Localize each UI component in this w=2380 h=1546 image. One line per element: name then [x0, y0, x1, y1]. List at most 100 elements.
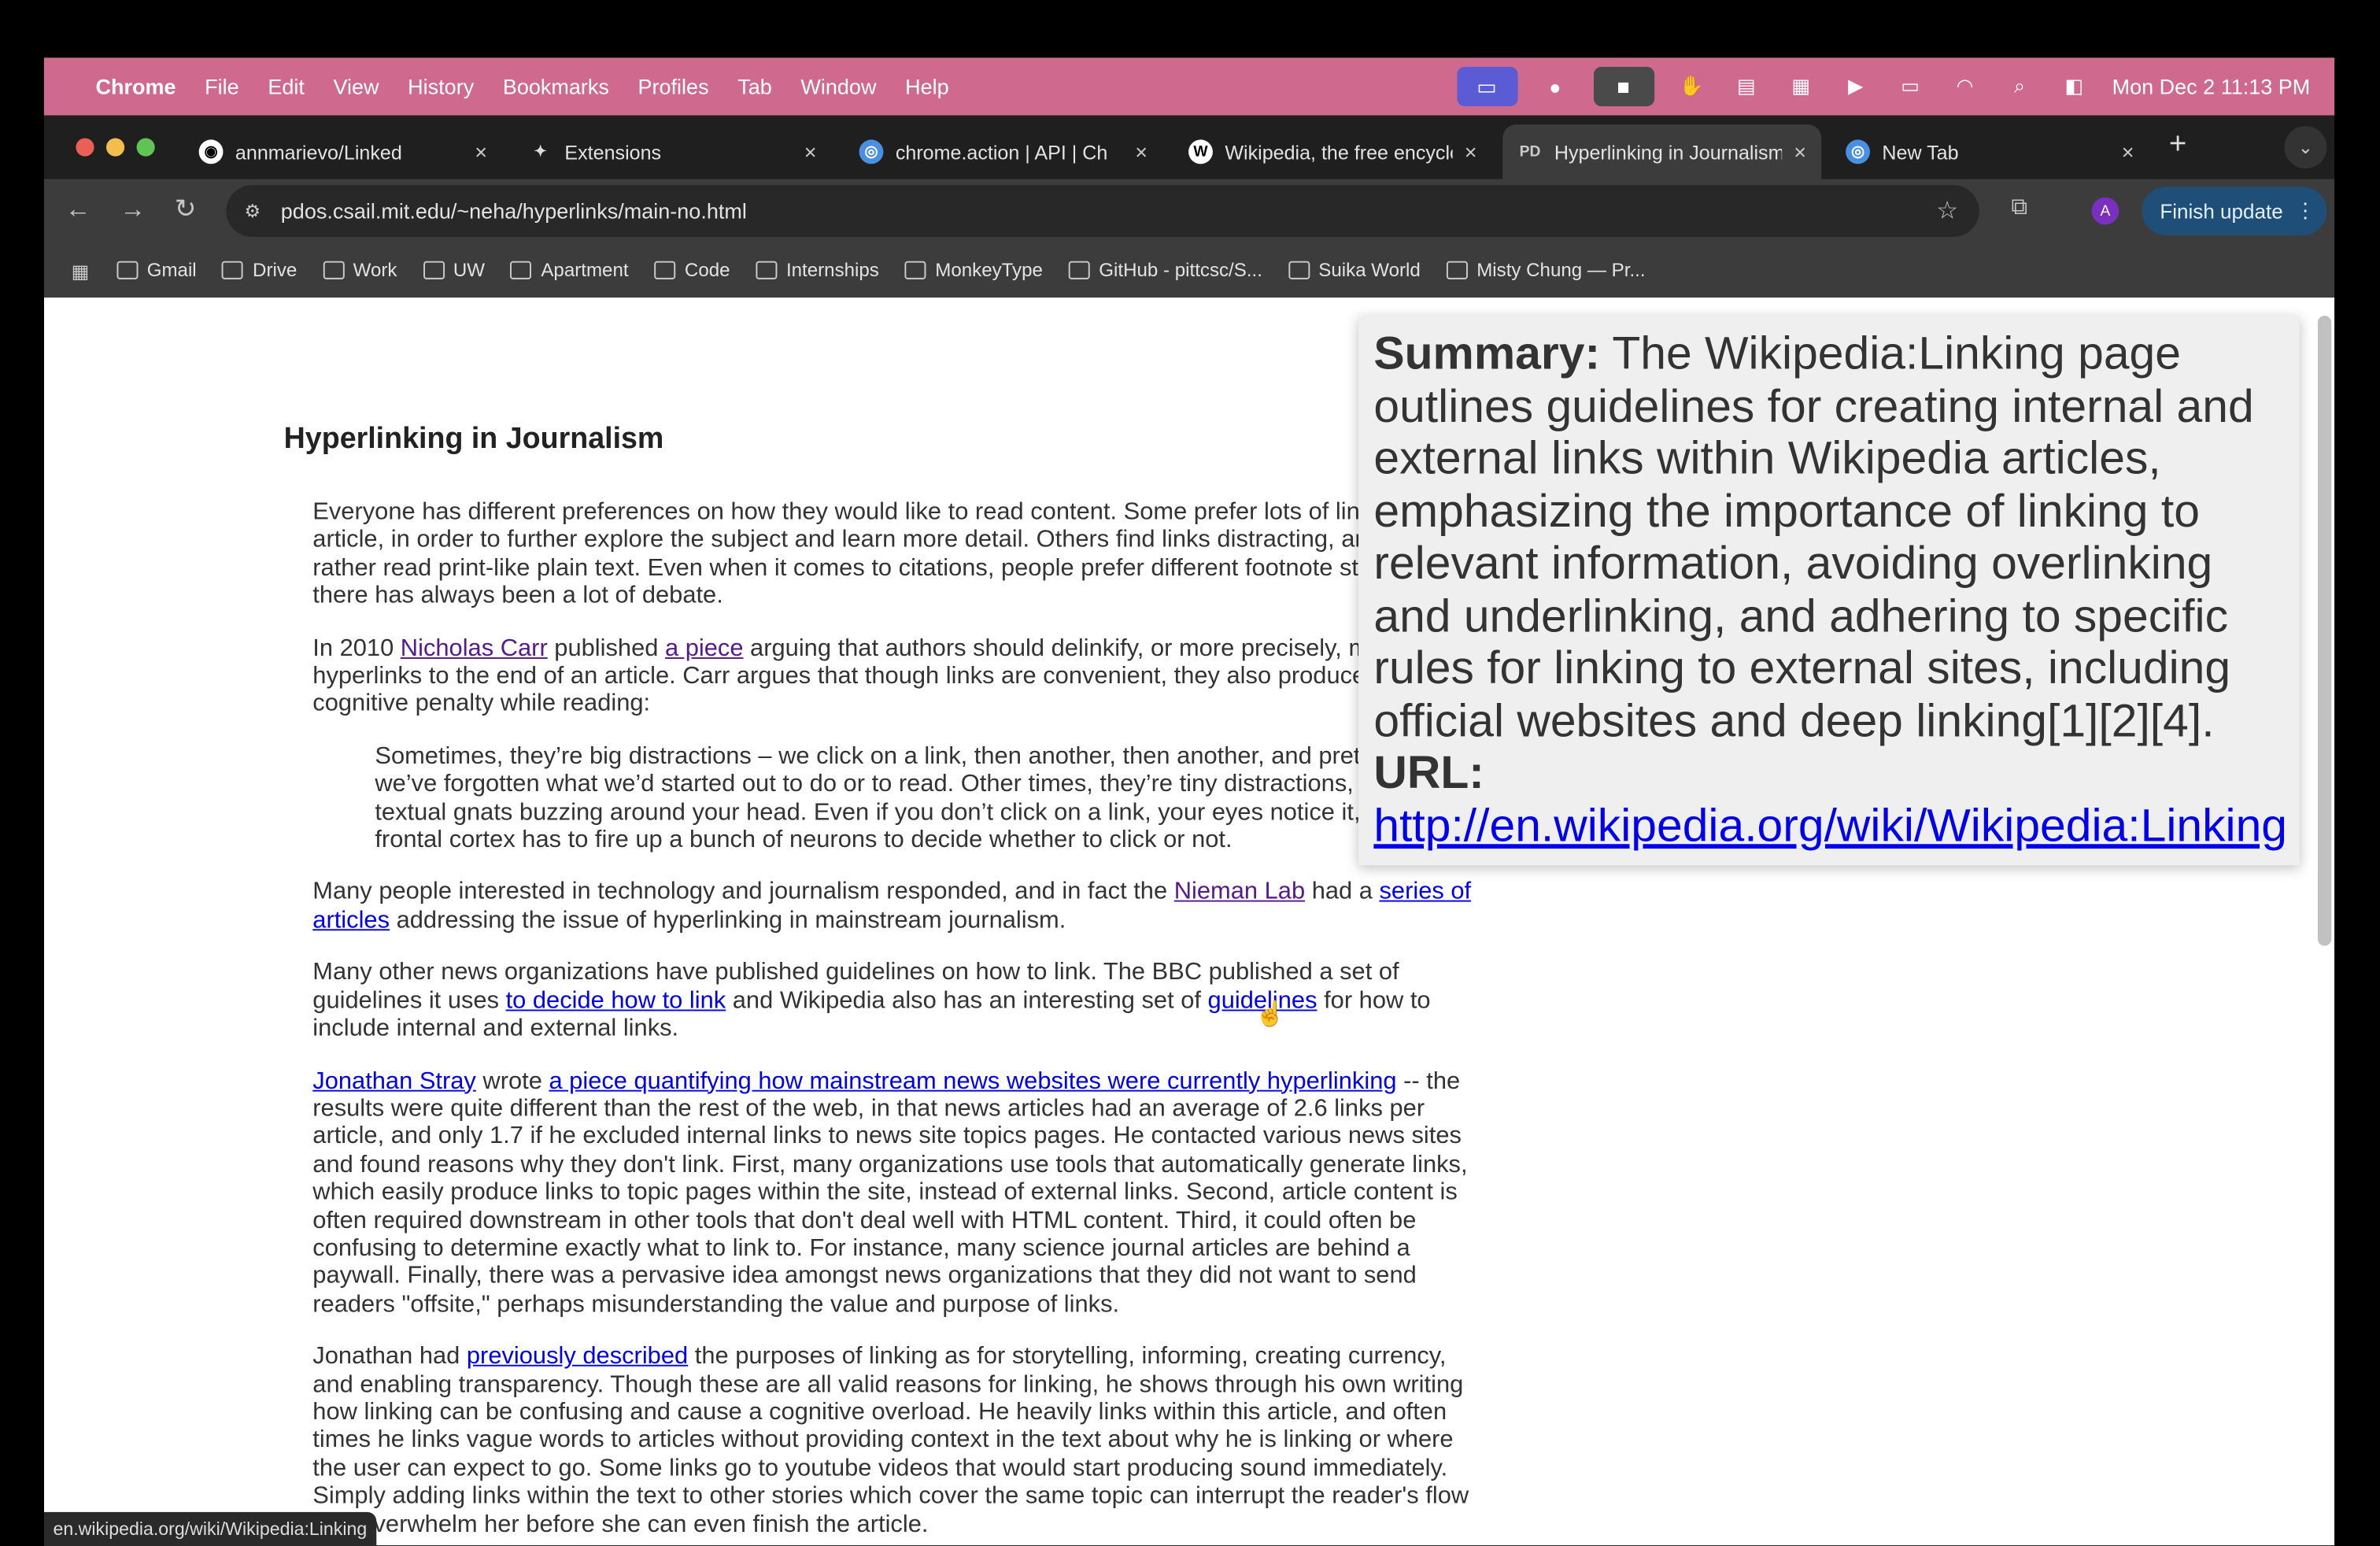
site-favicon-icon	[1068, 261, 1090, 279]
tab-6[interactable]: ◎ New Tab ×	[1831, 124, 2149, 179]
bookmark-item[interactable]: MonkeyType	[904, 259, 1043, 281]
menu-bookmarks[interactable]: Bookmarks	[503, 74, 609, 98]
site-favicon-icon	[1288, 261, 1310, 279]
url-text[interactable]: pdos.csail.mit.edu/~neha/hyperlinks/main…	[281, 199, 747, 224]
summary-url-link[interactable]: http://en.wikipedia.org/wiki/Wikipedia:L…	[1373, 799, 2287, 851]
camera-icon[interactable]: ■	[1593, 66, 1654, 106]
close-tab-icon[interactable]: ×	[1794, 139, 1806, 164]
folder-icon	[510, 261, 532, 279]
article-link[interactable]: previously described	[467, 1344, 688, 1370]
folder-icon	[423, 261, 445, 279]
bookmark-item[interactable]: Internships	[756, 260, 879, 281]
extensions-icon[interactable]: ⧉	[2011, 194, 2027, 220]
minimize-window-button[interactable]	[105, 138, 125, 157]
bookmark-item[interactable]: Work	[323, 260, 397, 281]
record-icon[interactable]: ●	[1539, 73, 1572, 101]
chrome-window: ◉ annmarievo/Linked × ✦ Extensions × ◎ chrome.a…	[43, 115, 2335, 1546]
bookmark-item[interactable]: Misty Chung — Pr...	[1446, 260, 1646, 281]
tab-2[interactable]: ✦ Extensions ×	[513, 124, 832, 179]
clock[interactable]: Mon Dec 2 11:13 PM	[2112, 74, 2311, 98]
menu-view[interactable]: View	[334, 74, 379, 98]
site-info-icon[interactable]: ⚙	[244, 201, 261, 222]
close-tab-icon[interactable]: ×	[1465, 139, 1477, 164]
tab-title: annmarievo/Linked	[235, 140, 402, 164]
site-favicon-icon	[116, 261, 139, 279]
finish-update-button[interactable]: Finish update ⋮	[2142, 187, 2327, 235]
text-run: the purposes of linking as for storytell…	[312, 1344, 1469, 1537]
tab-search-chevron-icon[interactable]: ⌄	[2284, 126, 2327, 169]
screen: Chrome File Edit View History Bookmarks Profi…	[0, 0, 2380, 1546]
new-tab-button[interactable]: +	[2169, 128, 2187, 162]
more-menu-icon[interactable]: ⋮	[2295, 199, 2315, 224]
back-icon[interactable]: ←	[65, 194, 91, 225]
bookmark-item[interactable]: GitHub - pittcsc/S...	[1068, 260, 1262, 281]
apps-grid-icon[interactable]: ▦	[72, 259, 90, 282]
scrollbar[interactable]	[2317, 316, 2332, 946]
bookmark-label: Suika World	[1318, 259, 1421, 281]
menu-app[interactable]: Chrome	[95, 74, 176, 98]
tab-3[interactable]: ◎ chrome.action | API | Ch ×	[844, 124, 1162, 179]
paragraph: In 2010 Nicholas Carr published a piece …	[312, 635, 1478, 719]
close-tab-icon[interactable]: ×	[1135, 139, 1148, 164]
article-link[interactable]: to decide how to link	[506, 988, 726, 1014]
close-tab-icon[interactable]: ×	[475, 139, 487, 164]
bookmark-label: MonkeyType	[935, 259, 1043, 281]
article-link[interactable]: Jonathan Stray	[312, 1068, 476, 1094]
article-link[interactable]: a piece	[665, 635, 744, 661]
summary-label: Summary:	[1373, 327, 1601, 380]
text-run: Many people interested in technology and…	[312, 879, 1174, 906]
article-link[interactable]: Nieman Lab	[1174, 880, 1305, 906]
wikipedia-icon: W	[1188, 139, 1213, 165]
puzzle-icon: ✦	[534, 143, 547, 161]
search-icon[interactable]: ⌕	[2003, 73, 2036, 101]
notes-icon[interactable]: ▤	[1730, 73, 1763, 101]
calendar-icon[interactable]: ▦	[1784, 73, 1817, 101]
maximize-window-button[interactable]	[136, 138, 155, 157]
text-run: addressing the issue of hyperlinking in …	[390, 908, 1066, 934]
menu-profiles[interactable]: Profiles	[638, 74, 709, 98]
site-favicon-icon	[904, 261, 926, 279]
tab-4[interactable]: W Wikipedia, the free encyclopedia ×	[1173, 124, 1492, 179]
bookmark-star-icon[interactable]: ☆	[1936, 196, 1958, 227]
profile-avatar[interactable]: A	[2091, 197, 2119, 225]
menu-window[interactable]: Window	[800, 74, 876, 98]
forward-icon[interactable]: →	[120, 194, 146, 225]
blockquote: Sometimes, they’re big distractions – we…	[375, 744, 1478, 856]
screen-share-icon[interactable]: ▭	[1456, 66, 1517, 106]
text-run: wrote	[475, 1067, 549, 1094]
menu-edit[interactable]: Edit	[268, 74, 305, 98]
article-link[interactable]: a piece quantifying how mainstream news …	[549, 1068, 1396, 1094]
control-center-icon[interactable]: ◧	[2057, 73, 2090, 101]
close-window-button[interactable]	[76, 138, 94, 157]
close-tab-icon[interactable]: ×	[804, 139, 817, 164]
text-run: had a	[1305, 879, 1380, 906]
hand-icon[interactable]: ✋	[1675, 73, 1708, 101]
bookmark-item[interactable]: Gmail	[116, 260, 197, 281]
bookmark-item[interactable]: Code	[654, 260, 730, 281]
reload-icon[interactable]: ↻	[175, 194, 196, 225]
battery-icon[interactable]: ▭	[1894, 73, 1927, 101]
close-tab-icon[interactable]: ×	[2122, 139, 2134, 164]
paragraph: Jonathan Stray wrote a piece quantifying…	[312, 1068, 1478, 1319]
address-bar[interactable]: ⚙ pdos.csail.mit.edu/~neha/hyperlinks/ma…	[226, 185, 1979, 237]
text-run: In 2010	[312, 635, 401, 662]
tab-1[interactable]: ◉ annmarievo/Linked ×	[183, 124, 502, 179]
menu-file[interactable]: File	[205, 74, 239, 98]
text-run: Sometimes, they’re big distractions – we…	[375, 743, 1462, 853]
tab-5[interactable]: PD Hyperlinking in Journalism ×	[1502, 124, 1822, 179]
menu-history[interactable]: History	[408, 74, 474, 98]
text-run: -- the results were quite different than…	[312, 1067, 1468, 1318]
bookmark-item[interactable]: UW	[423, 260, 485, 281]
bookmark-item[interactable]: Drive	[222, 260, 297, 281]
wifi-icon[interactable]: ◠	[1948, 73, 1981, 101]
summary-text: The Wikipedia:Linking page outlines guid…	[1373, 327, 2254, 746]
bookmark-item[interactable]: Suika World	[1288, 260, 1421, 281]
menu-tab[interactable]: Tab	[737, 74, 772, 98]
paragraph: Many other news organizations have publi…	[312, 960, 1478, 1043]
article-link[interactable]: Nicholas Carr	[401, 635, 548, 661]
status-tray: ▭ ● ■ ✋ ▤ ▦ ▶ ▭ ◠ ⌕ ◧ Mon Dec 2 11:13 PM	[1456, 57, 2310, 115]
pdos-icon: PD	[1519, 143, 1541, 161]
menu-help[interactable]: Help	[905, 74, 949, 98]
bookmark-item[interactable]: Apartment	[510, 260, 629, 281]
play-icon[interactable]: ▶	[1839, 73, 1872, 101]
